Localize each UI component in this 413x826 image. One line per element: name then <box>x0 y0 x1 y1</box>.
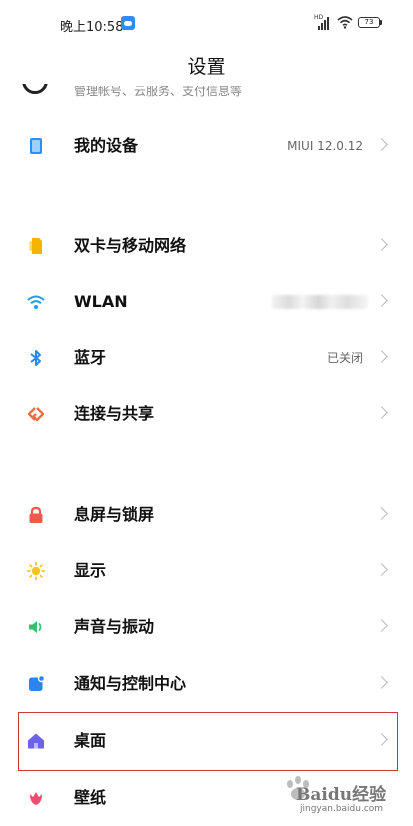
settings-item-label: 蓝牙 <box>74 348 107 367</box>
chevron-right-icon <box>375 619 388 632</box>
settings-item-notification-control-center[interactable]: 通知与控制中心 <box>0 656 413 712</box>
settings-item-lock-screen[interactable]: 息屏与锁屏 <box>0 487 413 543</box>
chevron-right-icon <box>375 676 388 689</box>
chevron-right-icon <box>375 733 388 746</box>
settings-item-label: 我的设备 <box>74 136 139 155</box>
tulip-icon <box>30 792 42 805</box>
sun-icon <box>27 562 45 580</box>
settings-item-label: 壁纸 <box>74 788 107 807</box>
wifi-icon <box>27 295 45 309</box>
chevron-right-icon <box>375 294 388 307</box>
settings-item-label: 双卡与移动网络 <box>74 236 187 255</box>
settings-item-label: 息屏与锁屏 <box>74 505 155 524</box>
wlan-network-name-redacted <box>272 295 368 309</box>
miui-version: MIUI 12.0.12 <box>287 139 363 153</box>
wifi-status-icon <box>337 16 353 29</box>
settings-item-label: 显示 <box>74 561 107 580</box>
settings-item-label: WLAN <box>74 292 128 311</box>
speaker-icon <box>29 621 42 633</box>
watermark-url: jingyan.baidu.com <box>300 804 384 814</box>
settings-item-label: 声音与振动 <box>74 617 155 636</box>
home-icon <box>28 733 44 749</box>
settings-item-label: 桌面 <box>74 731 107 750</box>
bluetooth-icon <box>30 350 41 366</box>
notification-icon <box>29 675 45 691</box>
page-title: 设置 <box>187 56 226 78</box>
chevron-right-icon <box>375 138 388 151</box>
settings-item-bluetooth[interactable]: 蓝牙 已关闭 <box>0 330 413 386</box>
settings-item-connection-sharing[interactable]: 连接与共享 <box>0 386 413 442</box>
settings-item-wlan[interactable]: WLAN <box>0 274 413 330</box>
watermark-brand: Baidu经验 <box>296 785 387 805</box>
settings-item-display[interactable]: 显示 <box>0 543 413 599</box>
settings-item-label: 连接与共享 <box>74 404 155 423</box>
status-bar: 晚上10:58 HD 73 <box>0 0 413 48</box>
lock-icon <box>29 506 43 523</box>
battery-icon: 73 <box>358 17 382 28</box>
chevron-right-icon <box>375 507 388 520</box>
device-icon <box>30 138 42 154</box>
weather-icon <box>121 16 135 30</box>
account-avatar[interactable] <box>20 84 50 98</box>
sim-card-icon <box>29 238 42 254</box>
signal-icon <box>318 17 332 30</box>
account-subtitle[interactable]: 管理帐号、云服务、支付信息等 <box>74 86 242 98</box>
connection-sharing-icon <box>27 407 45 422</box>
chevron-right-icon <box>375 238 388 251</box>
chevron-right-icon <box>375 563 388 576</box>
settings-item-sound-vibration[interactable]: 声音与振动 <box>0 599 413 655</box>
chevron-right-icon <box>375 406 388 419</box>
settings-item-sim[interactable]: 双卡与移动网络 <box>0 218 413 274</box>
chevron-right-icon <box>375 350 388 363</box>
bluetooth-status: 已关闭 <box>326 351 363 365</box>
settings-item-home-screen[interactable]: 桌面 <box>0 713 413 769</box>
settings-item-label: 通知与控制中心 <box>74 674 187 693</box>
settings-item-my-device[interactable]: 我的设备 MIUI 12.0.12 <box>0 118 413 174</box>
status-time: 晚上10:58 <box>60 20 124 35</box>
